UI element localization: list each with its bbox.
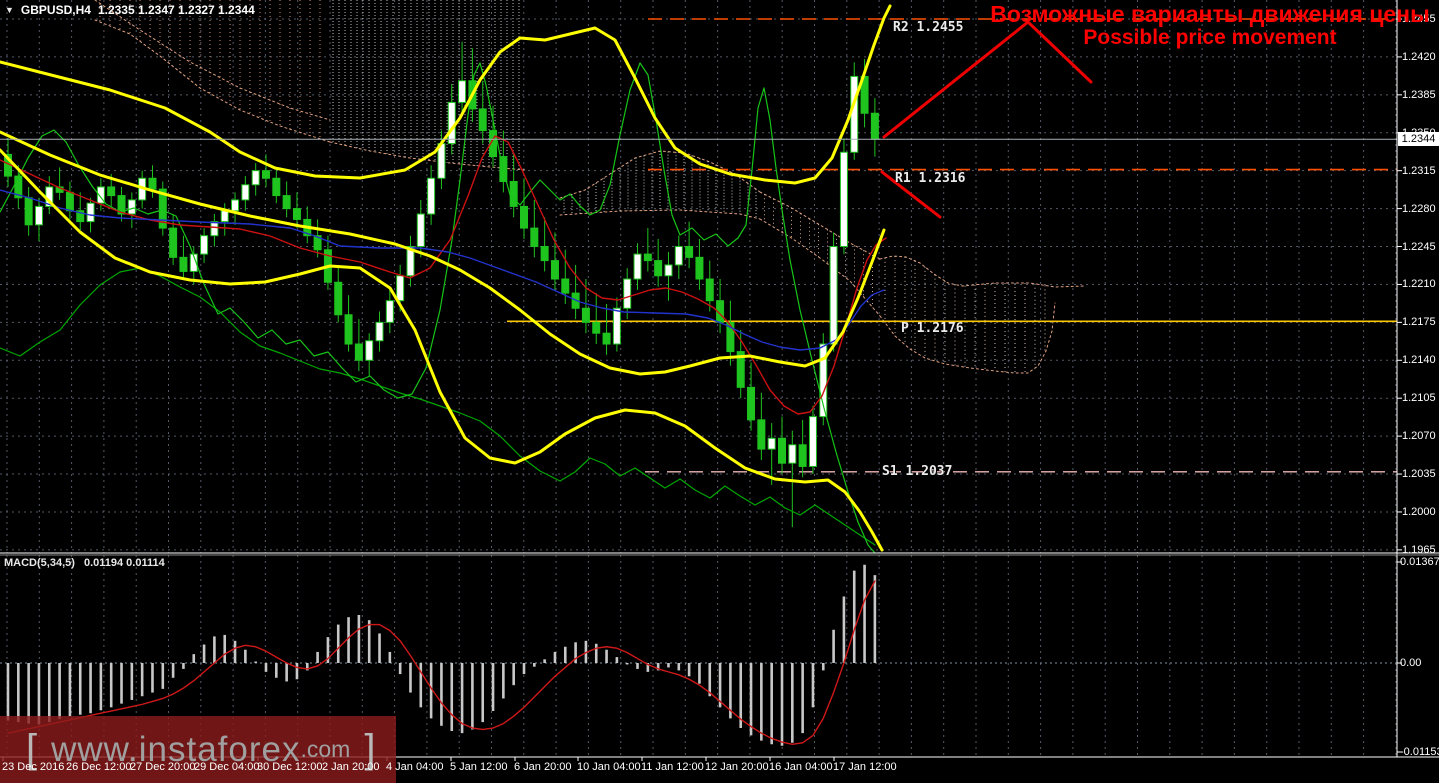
macd-tick-label: 0.01367 [1400,556,1439,568]
macd-tick-label: 0.00 [1400,657,1422,669]
time-tick-label: 5 Jan 12:00 [450,761,508,773]
time-tick-label: 30 Dec 12:00 [257,761,323,773]
annotation-text-ru: Возможные варианты движения цены [990,1,1430,27]
time-tick-label: 17 Jan 12:00 [833,761,897,773]
macd-tick-label: -0.01153 [1400,746,1439,758]
pivot-level-label: S1 1.2037 [882,464,953,479]
time-tick-label: 23 Dec 2016 [2,761,65,773]
price-tick-label: 1.2000 [1402,505,1436,518]
main-panel[interactable] [0,0,1397,553]
chart-title: ▼ GBPUSD,H4 1.2335 1.2347 1.2327 1.2344 [5,3,255,17]
pivot-level-label: R1 1.2316 [895,171,966,186]
pivot-level-label: R2 1.2455 [893,20,964,35]
time-tick-label: 10 Jan 04:00 [577,761,641,773]
macd-values: 0.01194 0.01114 [83,557,165,569]
time-tick-label: 12 Jan 20:00 [705,761,769,773]
time-tick-label: 6 Jan 20:00 [514,761,572,773]
price-tick-label: 1.2175 [1402,316,1436,329]
time-tick-label: 4 Jan 04:00 [386,761,444,773]
price-tick-label: 1.2210 [1402,278,1436,291]
price-tick-label: 1.2105 [1402,392,1436,405]
price-movement-annotation: Возможные варианты движения цены Possibl… [985,2,1435,50]
macd-indicator-label: MACD(5,34,5) 0.01194 0.01114 [4,557,171,569]
macd-name: MACD(5,34,5) [4,557,75,569]
price-tick-label: 1.2420 [1402,50,1436,63]
time-tick-label: 2 Jan 20:00 [322,761,380,773]
chart-canvas[interactable] [0,0,1439,783]
current-price-tag: 1.2344 [1398,132,1439,146]
time-tick-label: 27 Dec 20:00 [130,761,196,773]
price-tick-label: 1.2140 [1402,354,1436,367]
pivot-level-label: P 1.2176 [901,321,964,336]
ohlc-values: 1.2335 1.2347 1.2327 1.2344 [97,3,255,17]
time-tick-label: 16 Jan 04:00 [769,761,833,773]
price-tick-label: 1.2315 [1402,164,1436,177]
price-tick-label: 1.1965 [1402,543,1436,556]
price-tick-label: 1.2385 [1402,88,1436,101]
price-tick-label: 1.2245 [1402,240,1436,253]
annotation-text-en: Possible price movement [1083,26,1337,49]
price-tick-label: 1.2280 [1402,202,1436,215]
mt4-chart-window[interactable]: ▼ GBPUSD,H4 1.2335 1.2347 1.2327 1.2344 … [0,0,1439,783]
time-tick-label: 29 Dec 04:00 [194,761,260,773]
overlay-layer [0,0,1439,761]
symbol-timeframe-label: GBPUSD,H4 [20,3,91,17]
time-tick-label: 11 Jan 12:00 [641,761,704,773]
price-tick-label: 1.2035 [1402,468,1436,481]
watermark-domain-suffix: .com [300,736,351,762]
price-tick-label: 1.2070 [1402,430,1436,443]
time-tick-label: 26 Dec 12:00 [66,761,132,773]
symbol-dropdown-icon[interactable]: ▼ [5,5,14,15]
